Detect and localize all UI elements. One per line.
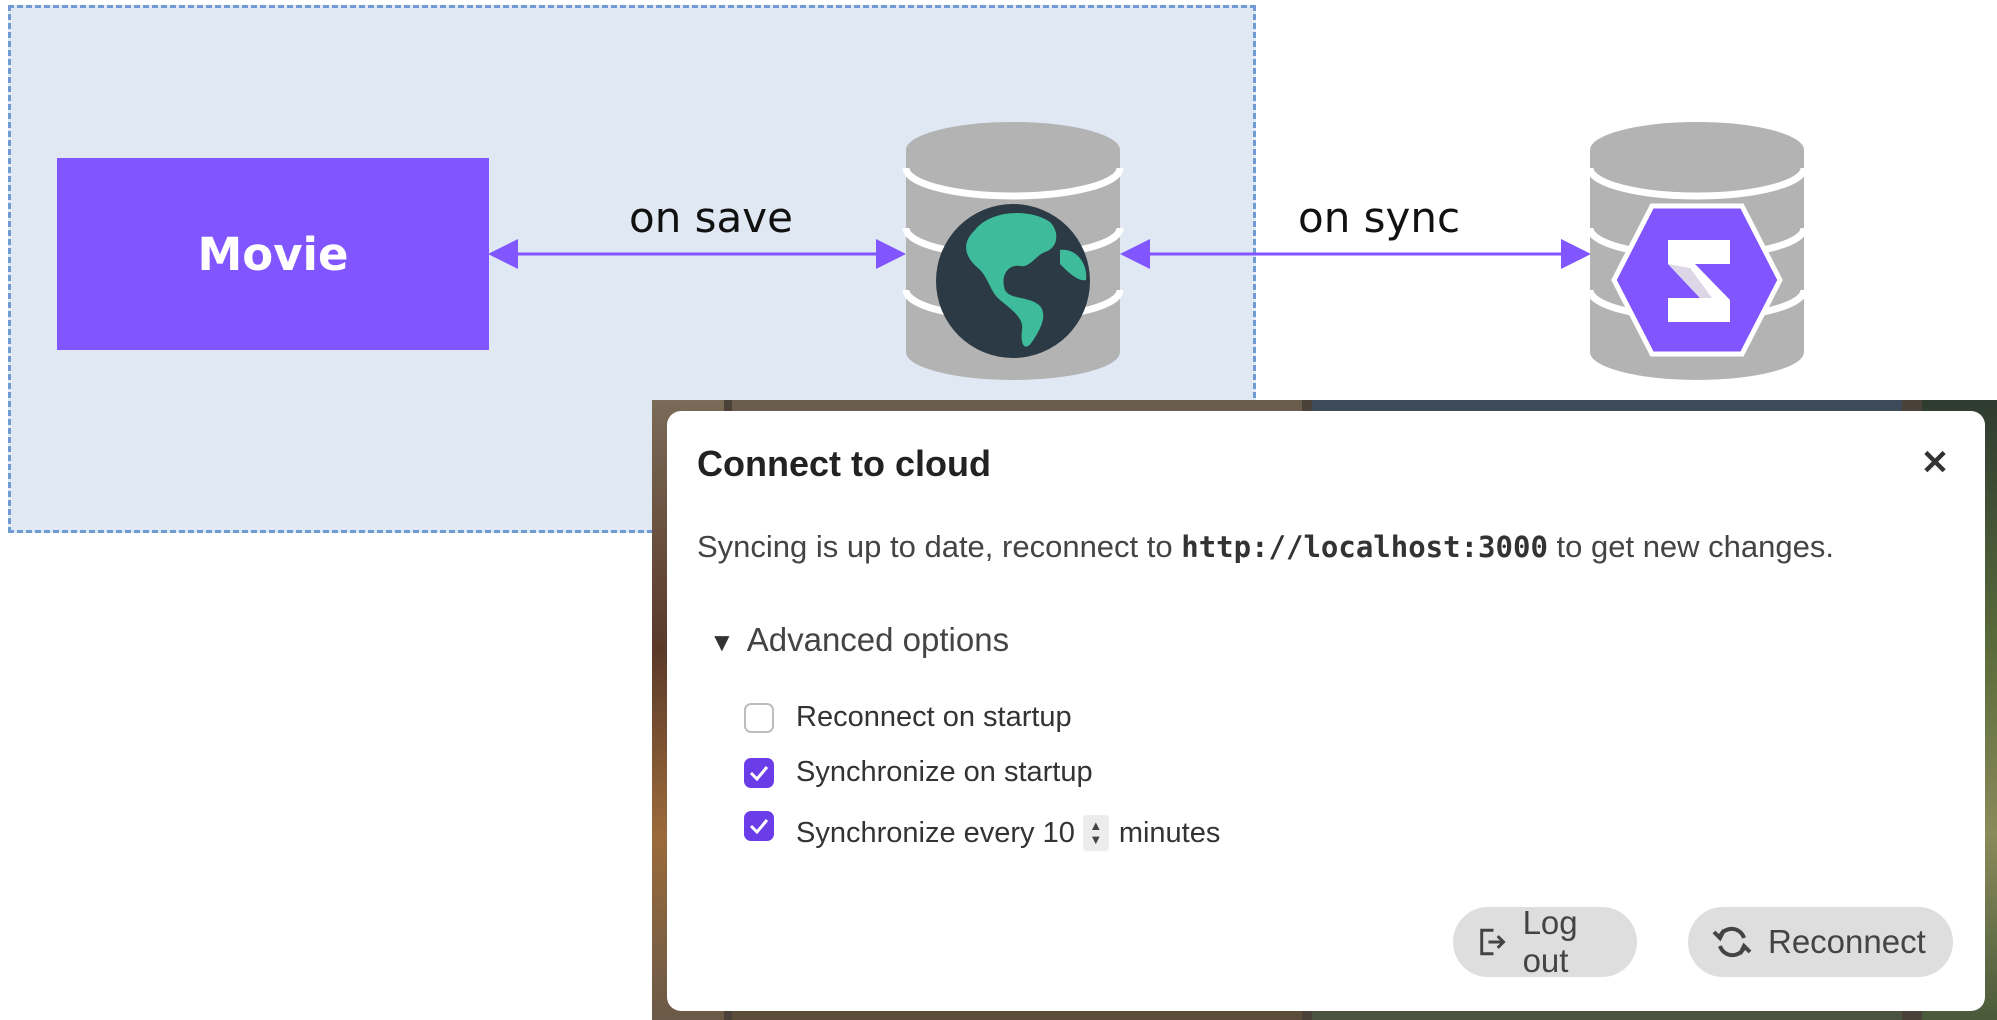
- log-out-label: Log out: [1522, 904, 1578, 979]
- interval-stepper[interactable]: ▲ ▼: [1082, 815, 1109, 851]
- synchronize-every-checkbox[interactable]: [744, 811, 774, 841]
- hexagon-s-database-icon: [1586, 122, 1808, 380]
- checkmark-icon: [749, 765, 769, 781]
- option-reconnect-on-startup: Reconnect on startup: [744, 701, 1072, 734]
- sync-icon: [1712, 926, 1752, 958]
- logout-icon: [1480, 928, 1506, 956]
- dialog-title: Connect to cloud: [697, 443, 991, 484]
- option-label: Reconnect on startup: [796, 701, 1072, 733]
- close-icon[interactable]: ✕: [1917, 445, 1953, 481]
- log-out-button[interactable]: Log out: [1453, 904, 1637, 979]
- status-prefix: Syncing is up to date, reconnect to: [697, 529, 1182, 564]
- advanced-options-toggle[interactable]: ▼ Advanced options: [709, 621, 1009, 659]
- reconnect-on-startup-checkbox[interactable]: [744, 702, 774, 733]
- option-synchronize-on-startup: Synchronize on startup: [744, 756, 1093, 789]
- synchronize-on-startup-checkbox[interactable]: [744, 757, 774, 788]
- movie-node: Movie: [57, 158, 489, 350]
- chevron-up-icon[interactable]: ▲: [1089, 819, 1102, 833]
- option-label-prefix: Synchronize every: [796, 816, 1035, 849]
- reconnect-button[interactable]: Reconnect: [1688, 907, 1953, 977]
- triangle-down-icon: ▼: [709, 627, 735, 657]
- globe-database-icon: [902, 122, 1124, 380]
- option-synchronize-every: Synchronize every 10 ▲ ▼ minutes: [744, 811, 1220, 855]
- on-sync-label: on sync: [1298, 193, 1461, 242]
- connect-to-cloud-dialog: Connect to cloud ✕ Syncing is up to date…: [667, 411, 1985, 1011]
- option-label: Synchronize on startup: [796, 756, 1093, 788]
- checkmark-icon: [749, 819, 769, 834]
- on-save-label: on save: [629, 193, 793, 242]
- server-url: http://localhost:3000: [1181, 530, 1548, 564]
- reconnect-label: Reconnect: [1768, 923, 1926, 960]
- option-label-suffix: minutes: [1118, 816, 1221, 849]
- status-suffix: to get new changes.: [1547, 529, 1834, 564]
- sync-status-text: Syncing is up to date, reconnect to http…: [697, 529, 1834, 565]
- advanced-options-label: Advanced options: [746, 621, 1010, 658]
- chevron-down-icon[interactable]: ▼: [1089, 833, 1102, 847]
- interval-minutes-input[interactable]: 10: [1043, 817, 1075, 850]
